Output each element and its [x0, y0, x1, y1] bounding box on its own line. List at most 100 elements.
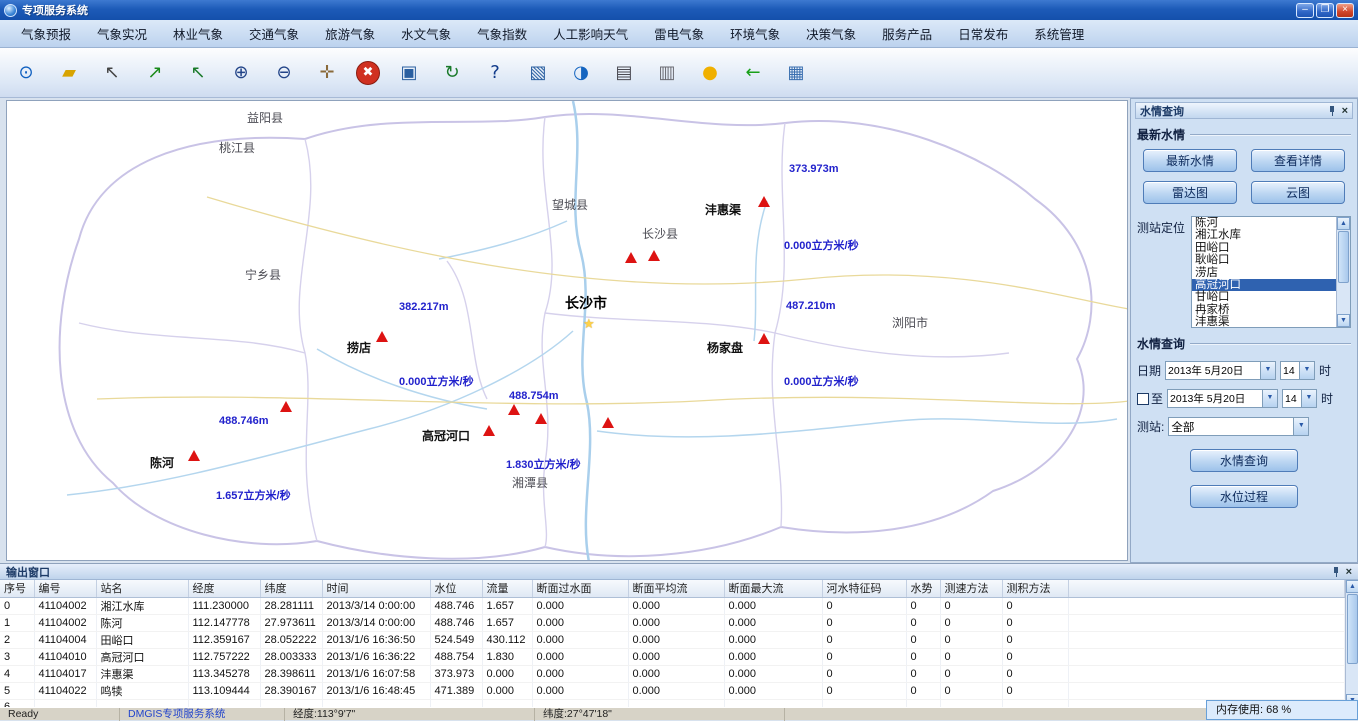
map-area[interactable]: 长沙市 ★ 益阳县桃江县宁乡县望城县长沙县浏阳市湘潭县沣惠渠捞店杨家盘高冠河口陈… — [6, 100, 1128, 561]
menu-item[interactable]: 系统管理 — [1023, 21, 1095, 46]
dropdown-icon[interactable]: ▼ — [1301, 390, 1316, 407]
menu-item[interactable]: 水文气象 — [390, 21, 462, 46]
column-header[interactable]: 断面过水面 — [532, 580, 628, 597]
menu-item[interactable]: 雷电气象 — [643, 21, 715, 46]
station-list-item[interactable]: 涝店 — [1192, 267, 1336, 279]
station-list-scrollbar[interactable]: ▲ ▼ — [1336, 217, 1350, 327]
water-query-button[interactable]: 水情查询 — [1190, 449, 1298, 472]
location-pin-icon[interactable]: ● — [696, 59, 724, 87]
menu-item[interactable]: 林业气象 — [162, 21, 234, 46]
station-list-item[interactable]: 高冠河口 — [1192, 279, 1336, 291]
station-marker-icon[interactable] — [625, 252, 637, 263]
column-header[interactable]: 流量 — [482, 580, 532, 597]
station-list-item[interactable]: 沣惠渠 — [1192, 316, 1336, 327]
station-list-item[interactable]: 湘江水库 — [1192, 229, 1336, 241]
scroll-up-icon[interactable]: ▲ — [1346, 580, 1358, 593]
zoom-in-icon[interactable]: ⊕ — [227, 59, 255, 87]
menu-item[interactable]: 人工影响天气 — [542, 21, 639, 46]
menu-item[interactable]: 环境气象 — [719, 21, 791, 46]
column-header[interactable]: 测积方法 — [1002, 580, 1068, 597]
dropdown-icon[interactable]: ▼ — [1293, 418, 1308, 435]
station-list-item[interactable]: 耿峪口 — [1192, 254, 1336, 266]
scroll-thumb[interactable] — [1338, 231, 1349, 283]
stop-icon[interactable]: ✖ — [356, 61, 380, 85]
view-detail-button[interactable]: 查看详情 — [1251, 149, 1345, 172]
refresh-icon[interactable]: ↻ — [438, 59, 466, 87]
output-table-area[interactable]: 序号编号站名经度纬度时间水位流量断面过水面断面平均流断面最大流河水特征码水势测速… — [0, 580, 1345, 707]
hour-to-select[interactable]: 14 ▼ — [1282, 389, 1317, 408]
dropdown-icon[interactable]: ▼ — [1260, 362, 1275, 379]
dropdown-icon[interactable]: ▼ — [1262, 390, 1277, 407]
print-icon[interactable]: ▤ — [610, 59, 638, 87]
table-row[interactable]: 241104004田峪口112.35916728.0522222013/1/6 … — [0, 631, 1345, 648]
station-marker-icon[interactable] — [758, 333, 770, 344]
date-from-select[interactable]: 2013年 5月20日 ▼ — [1165, 361, 1276, 380]
menu-item[interactable]: 交通气象 — [238, 21, 310, 46]
column-header[interactable]: 序号 — [0, 580, 34, 597]
scroll-down-icon[interactable]: ▼ — [1337, 314, 1350, 327]
menu-item[interactable]: 气象预报 — [10, 21, 82, 46]
dropdown-icon[interactable]: ▼ — [1299, 362, 1314, 379]
radar-chart-button[interactable]: 雷达图 — [1143, 181, 1237, 204]
select-arrow-icon[interactable]: ↖ — [184, 59, 212, 87]
station-list[interactable]: 陈河湘江水库田峪口耿峪口涝店高冠河口甘峪口冉家桥沣惠渠 ▲ ▼ — [1191, 216, 1351, 328]
station-marker-icon[interactable] — [535, 413, 547, 424]
menu-item[interactable]: 旅游气象 — [314, 21, 386, 46]
table-row[interactable]: 141104002陈河112.14777827.9736112013/3/14 … — [0, 614, 1345, 631]
column-header[interactable]: 断面最大流 — [724, 580, 822, 597]
overview-map-icon[interactable]: ▦ — [782, 59, 810, 87]
identify-arrow-icon[interactable]: ↗ — [141, 59, 169, 87]
menu-item[interactable]: 日常发布 — [947, 21, 1019, 46]
station-list-item[interactable]: 田峪口 — [1192, 242, 1336, 254]
table-row[interactable]: 441104017沣惠渠113.34527828.3986112013/1/6 … — [0, 665, 1345, 682]
column-header[interactable]: 编号 — [34, 580, 96, 597]
column-header[interactable]: 水位 — [430, 580, 482, 597]
cloud-image-button[interactable]: 云图 — [1251, 181, 1345, 204]
station-marker-icon[interactable] — [280, 401, 292, 412]
zoom-out-icon[interactable]: ⊖ — [270, 59, 298, 87]
fit-window-icon[interactable]: ▣ — [395, 59, 423, 87]
station-marker-icon[interactable] — [376, 331, 388, 342]
select-box-icon[interactable]: ↖ — [98, 59, 126, 87]
station-list-item[interactable]: 陈河 — [1192, 217, 1336, 229]
column-header[interactable]: 水势 — [906, 580, 940, 597]
scroll-up-icon[interactable]: ▲ — [1337, 217, 1350, 230]
station-marker-icon[interactable] — [602, 417, 614, 428]
station-marker-icon[interactable] — [188, 450, 200, 461]
back-arrow-icon[interactable]: ← — [739, 59, 767, 87]
menu-item[interactable]: 气象指数 — [466, 21, 538, 46]
to-checkbox[interactable] — [1137, 393, 1149, 405]
column-header[interactable]: 河水特征码 — [822, 580, 906, 597]
maximize-button[interactable]: ❐ — [1316, 3, 1334, 18]
column-header[interactable]: 经度 — [188, 580, 260, 597]
column-header[interactable]: 断面平均流 — [628, 580, 724, 597]
station-marker-icon[interactable] — [508, 404, 520, 415]
table-row[interactable]: 341104010高冠河口112.75722228.0033332013/1/6… — [0, 648, 1345, 665]
menu-item[interactable]: 决策气象 — [795, 21, 867, 46]
column-header[interactable]: 站名 — [96, 580, 188, 597]
hour-from-select[interactable]: 14 ▼ — [1280, 361, 1315, 380]
column-header[interactable]: 纬度 — [260, 580, 322, 597]
column-header[interactable]: 时间 — [322, 580, 430, 597]
menu-item[interactable]: 气象实况 — [86, 21, 158, 46]
water-level-process-button[interactable]: 水位过程 — [1190, 485, 1298, 508]
pan-icon[interactable]: ✛ — [313, 59, 341, 87]
station-marker-icon[interactable] — [648, 250, 660, 261]
table-row[interactable]: 541104022鸣犊113.10944428.3901672013/1/6 1… — [0, 682, 1345, 699]
pin-icon[interactable] — [1328, 106, 1337, 116]
globe-layers-icon[interactable]: ◑ — [567, 59, 595, 87]
pin-icon[interactable] — [1332, 567, 1341, 577]
menu-item[interactable]: 服务产品 — [871, 21, 943, 46]
print-preview-icon[interactable]: ▥ — [653, 59, 681, 87]
date-to-select[interactable]: 2013年 5月20日 ▼ — [1167, 389, 1278, 408]
output-scrollbar[interactable]: ▲ ▼ — [1345, 580, 1358, 707]
image-icon[interactable]: ▧ — [524, 59, 552, 87]
minimize-button[interactable]: – — [1296, 3, 1314, 18]
close-button[interactable]: × — [1336, 3, 1354, 18]
station-marker-icon[interactable] — [483, 425, 495, 436]
table-row[interactable]: 6 — [0, 699, 1345, 707]
table-row[interactable]: 041104002湘江水库111.23000028.2811112013/3/1… — [0, 597, 1345, 614]
column-header[interactable]: 测速方法 — [940, 580, 1002, 597]
latest-water-button[interactable]: 最新水情 — [1143, 149, 1237, 172]
scroll-thumb[interactable] — [1347, 594, 1358, 664]
